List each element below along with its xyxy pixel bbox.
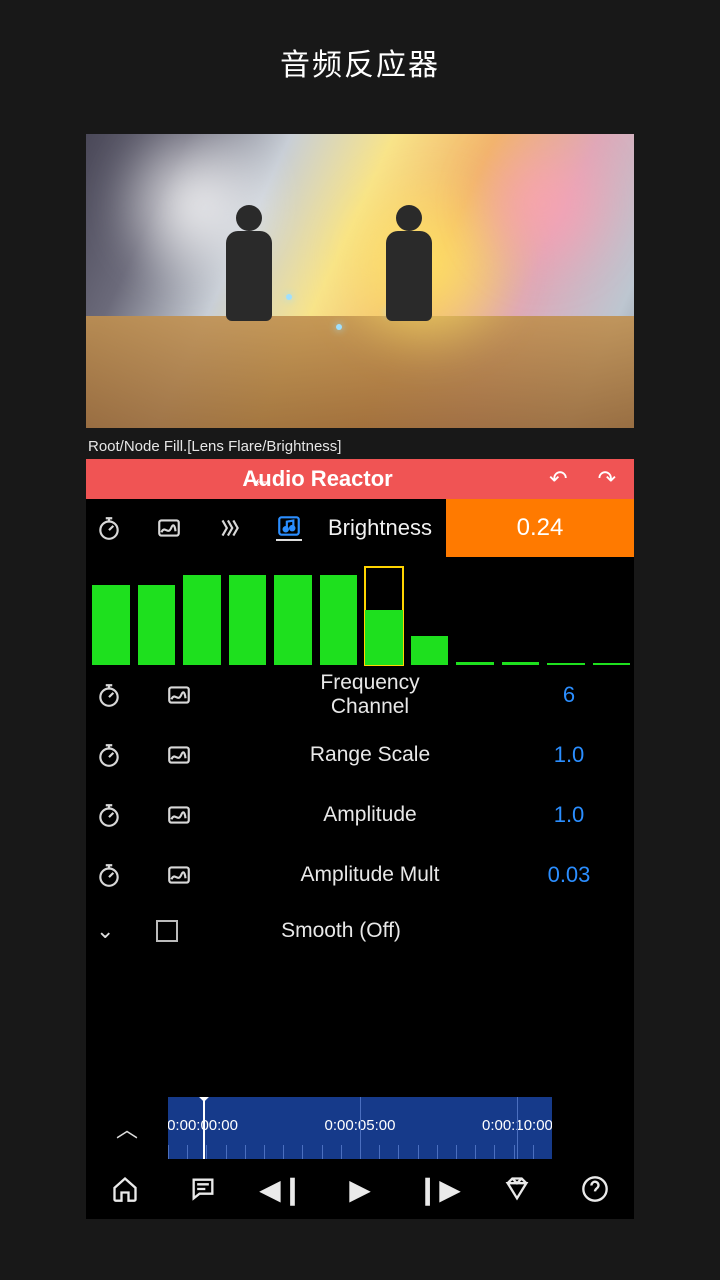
curve-icon[interactable] [166,682,192,708]
param-value[interactable]: 0.03 [504,862,634,888]
help-icon[interactable] [580,1174,610,1204]
lens-flare-icon [464,134,624,284]
timeline-minor-tick [168,1145,169,1159]
frequency-bar[interactable] [320,575,358,665]
frequency-bar[interactable] [92,585,130,665]
timeline-minor-tick [264,1145,265,1159]
timeline-minor-tick [475,1145,476,1159]
frequency-bar[interactable] [502,662,540,665]
frequency-bar[interactable] [229,575,267,665]
redo-icon[interactable]: ↷ [598,466,616,492]
curve-icon[interactable] [166,802,192,828]
timeline-minor-tick [494,1145,495,1159]
timeline-minor-tick [302,1145,303,1159]
play-icon[interactable]: ▶ [345,1174,375,1204]
brightness-row: Brightness 0.24 [86,499,634,557]
timeline-minor-tick [437,1145,438,1159]
stopwatch-icon[interactable] [96,682,122,708]
bottom-toolbar: ◀❙ ▶ ❙▶ [86,1159,634,1219]
param-row: Amplitude Mult0.03 [86,845,634,905]
timeline-minor-tick [418,1145,419,1159]
param-icons [96,802,236,828]
step-forward-icon[interactable]: ❙▶ [423,1174,453,1204]
frequency-bars[interactable] [86,557,634,665]
param-row: Range Scale1.0 [86,725,634,785]
timeline-minor-tick [245,1145,246,1159]
chevron-down-icon[interactable]: ⌄ [96,918,156,944]
frequency-bar[interactable] [547,663,585,665]
frequency-bar[interactable] [138,585,176,665]
frequency-bar[interactable] [274,575,312,665]
sparkle-icon [336,324,342,330]
stopwatch-icon[interactable] [96,742,122,768]
timeline-minor-tick [226,1145,227,1159]
back-arrow-icon[interactable]: ← [250,465,274,493]
undo-icon[interactable]: ↶ [549,466,567,492]
params-list: FrequencyChannel6Range Scale1.0Amplitude… [86,665,634,905]
comment-icon[interactable] [188,1174,218,1204]
stopwatch-icon[interactable] [96,802,122,828]
smooth-row[interactable]: ⌄ Smooth (Off) [86,905,634,957]
app-frame: Root/Node Fill.[Lens Flare/Brightness] ←… [86,134,634,1219]
stopwatch-icon[interactable] [96,515,122,541]
param-value[interactable]: 1.0 [504,742,634,768]
diamond-icon[interactable] [502,1174,532,1204]
timeline-minor-tick [379,1145,380,1159]
smooth-checkbox[interactable] [156,920,178,942]
timeline-minor-tick [206,1145,207,1159]
param-label: Range Scale [236,743,504,767]
param-row: Amplitude1.0 [86,785,634,845]
param-value[interactable]: 1.0 [504,802,634,828]
music-tab-icon[interactable] [276,515,302,541]
curve-icon[interactable] [166,742,192,768]
timeline-minor-tick [360,1145,361,1159]
frequency-bar[interactable] [365,567,403,665]
frequency-bar[interactable] [456,662,494,665]
dancer-icon [206,205,296,375]
param-label: Amplitude [236,803,504,827]
brightness-value[interactable]: 0.24 [446,499,634,557]
timeline-minor-tick [514,1145,515,1159]
param-label: FrequencyChannel [236,671,504,719]
timeline-minor-tick [533,1145,534,1159]
stopwatch-icon[interactable] [96,862,122,888]
smooth-label: Smooth (Off) [178,919,504,943]
frequency-bar[interactable] [411,636,449,665]
timeline-minor-tick [456,1145,457,1159]
playhead[interactable] [203,1097,205,1159]
video-preview[interactable] [86,134,634,428]
curve-icon[interactable] [156,515,182,541]
timeline-minor-tick [341,1145,342,1159]
param-icons [96,742,236,768]
curve-icon[interactable] [166,862,192,888]
timeline-wrap: ︿ 0:00:00:000:00:05:000:00:10:00 [86,1097,634,1159]
timeline-minor-tick [283,1145,284,1159]
param-icons [96,862,236,888]
frequency-bar[interactable] [593,663,631,665]
brightness-label: Brightness [328,515,432,541]
param-value[interactable]: 6 [504,682,634,708]
frequency-bar[interactable] [183,575,221,665]
timeline[interactable]: 0:00:00:000:00:05:000:00:10:00 [168,1097,552,1159]
panel-title: Audio Reactor [86,466,549,492]
param-icons [96,682,236,708]
breadcrumb[interactable]: Root/Node Fill.[Lens Flare/Brightness] [86,428,634,459]
brightness-mode-icons [86,499,302,557]
header-actions: ↶ ↷ [549,466,634,492]
panel-header: ← Audio Reactor ↶ ↷ [86,459,634,499]
timeline-major-tick [517,1097,518,1159]
param-row: FrequencyChannel6 [86,665,634,725]
timeline-minor-tick [398,1145,399,1159]
timeline-minor-tick [187,1145,188,1159]
timeline-minor-tick [322,1145,323,1159]
page-title: 音频反应器 [0,0,720,134]
shake-icon[interactable] [216,515,242,541]
dancer-icon [366,205,456,375]
param-label: Amplitude Mult [236,863,504,887]
chevron-up-icon[interactable]: ︿ [86,1112,168,1144]
step-back-icon[interactable]: ◀❙ [267,1174,297,1204]
home-icon[interactable] [110,1174,140,1204]
